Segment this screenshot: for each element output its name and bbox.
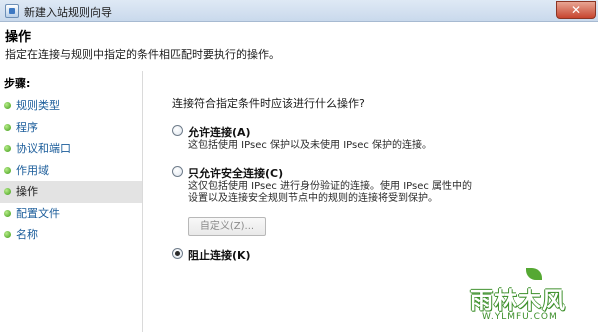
block-connection-label[interactable]: 阻止连接(K) — [188, 247, 251, 263]
step-label: 协议和端口 — [16, 142, 71, 155]
block-connection-radio[interactable] — [172, 248, 183, 259]
step-item-name[interactable]: 名称 — [0, 224, 142, 246]
step-item-action[interactable]: 操作 — [0, 181, 142, 203]
bullet-icon — [4, 145, 11, 152]
allow-connection-description: 这包括使用 IPsec 保护以及未使用 IPsec 保护的连接。 — [188, 140, 433, 151]
watermark-url: W.YLMFU.COM — [482, 312, 558, 322]
step-item-protocol-ports[interactable]: 协议和端口 — [0, 138, 142, 160]
bullet-icon — [4, 166, 11, 174]
leaf-icon — [526, 268, 542, 280]
step-list: 规则类型 程序 协议和端口 作用域 操作 配置文件 名称 — [0, 95, 142, 246]
steps-heading: 步骤: — [4, 77, 31, 90]
bullet-icon — [4, 209, 11, 217]
window-title: 新建入站规则向导 — [24, 6, 112, 19]
step-item-rule-type[interactable]: 规则类型 — [0, 95, 142, 117]
watermark: 雨林木风 W.YLMFU.COM — [468, 266, 594, 328]
bullet-icon — [4, 102, 11, 109]
step-item-program[interactable]: 程序 — [0, 117, 142, 139]
bullet-icon — [4, 231, 11, 238]
allow-secure-label[interactable]: 只允许安全连接(C) — [188, 165, 283, 181]
wizard-header: 操作 指定在连接与规则中指定的条件相匹配时要执行的操作。 — [0, 23, 598, 71]
step-label: 作用域 — [16, 163, 49, 177]
action-question: 连接符合指定条件时应该进行什么操作? — [172, 97, 365, 110]
close-button[interactable]: ✕ — [556, 1, 596, 19]
step-label: 名称 — [16, 228, 38, 241]
step-label: 配置文件 — [16, 206, 60, 220]
page-description: 指定在连接与规则中指定的条件相匹配时要执行的操作。 — [5, 48, 280, 61]
page-title: 操作 — [5, 30, 32, 45]
step-item-scope[interactable]: 作用域 — [0, 160, 142, 182]
bullet-icon — [4, 188, 11, 195]
step-label: 操作 — [16, 185, 38, 198]
title-bar: 新建入站规则向导 ✕ — [0, 0, 598, 22]
allow-secure-description: 这仅包括使用 IPsec 进行身份验证的连接。使用 IPsec 属性中的设置以及… — [188, 181, 473, 204]
allow-secure-radio[interactable] — [172, 166, 183, 177]
step-label: 规则类型 — [16, 99, 60, 112]
watermark-brand: 雨林木风 — [470, 288, 566, 314]
allow-connection-label[interactable]: 允许连接(A) — [188, 124, 251, 140]
allow-connection-radio[interactable] — [172, 125, 183, 136]
step-item-profile[interactable]: 配置文件 — [0, 203, 142, 225]
step-label: 程序 — [16, 120, 38, 134]
bullet-icon — [4, 123, 11, 131]
steps-pane: 步骤: 规则类型 程序 协议和端口 作用域 操作 配置文件 名称 — [0, 71, 143, 332]
customize-button[interactable]: 自定义(Z)... — [188, 217, 266, 236]
firewall-app-icon — [5, 4, 19, 18]
